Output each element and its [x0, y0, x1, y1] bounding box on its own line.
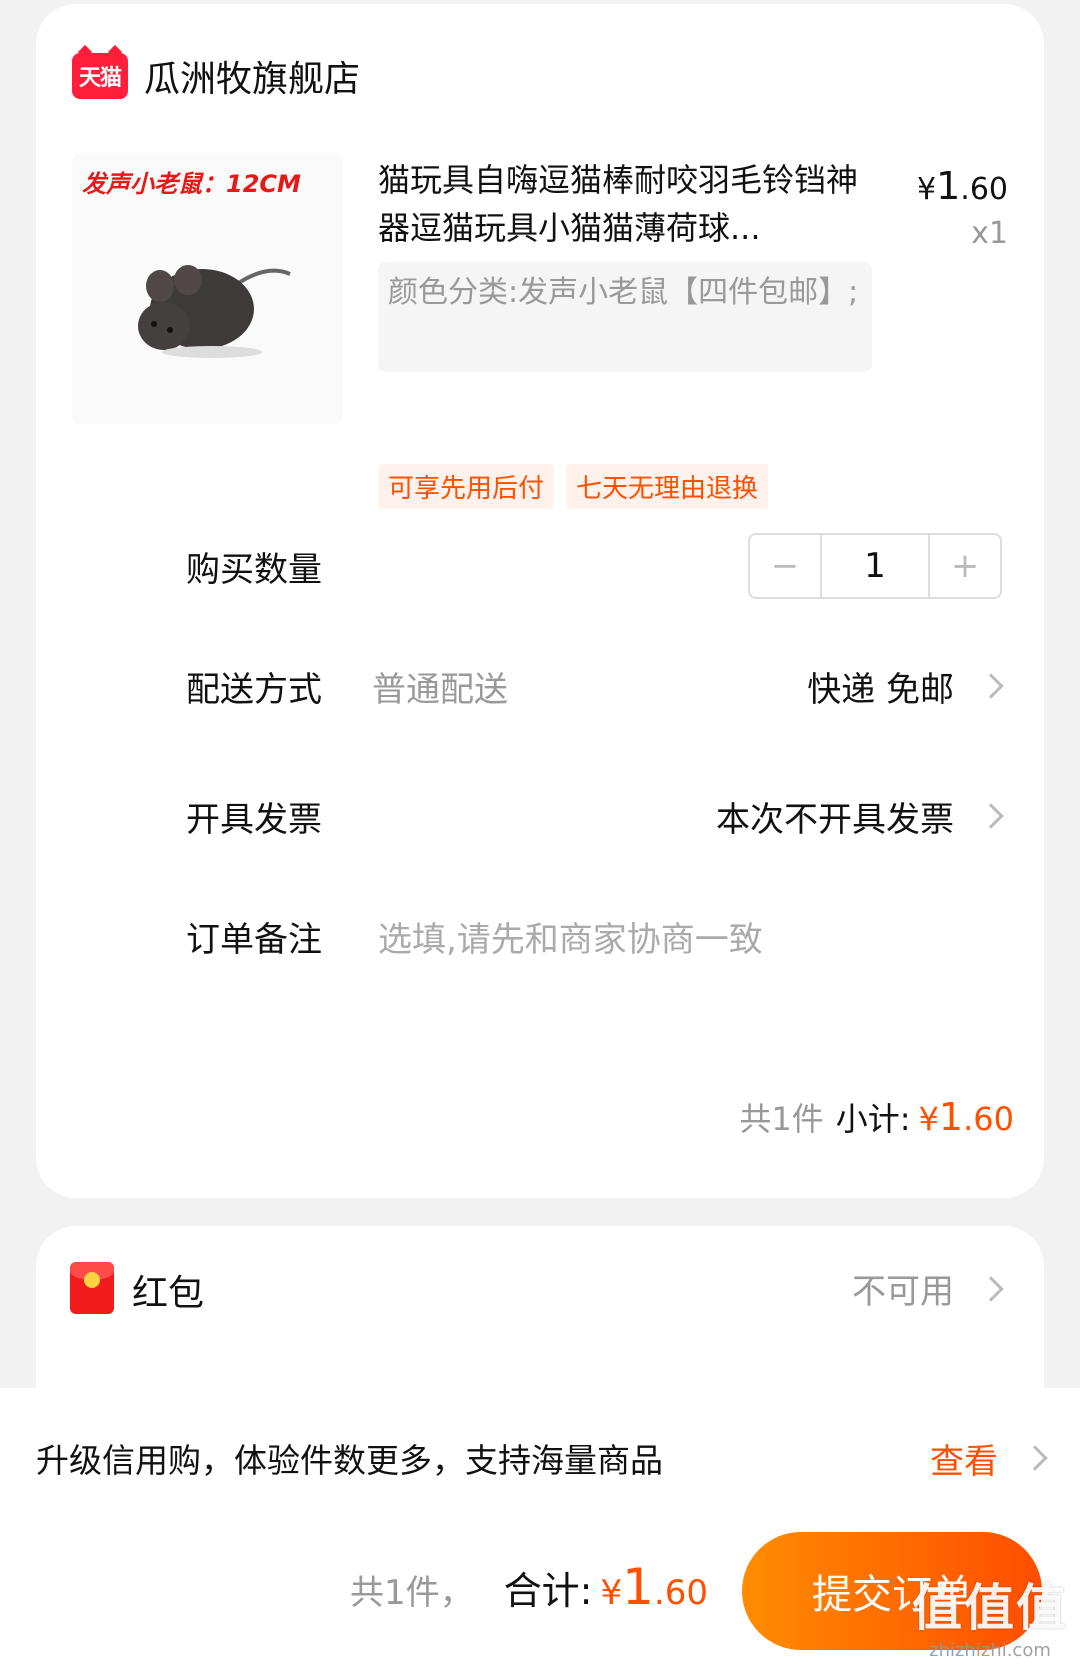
promo-view-link[interactable]: 查看 [930, 1434, 998, 1483]
product-image-caption: 发声小老鼠：12CM [82, 170, 301, 198]
invoice-value: 本次不开具发票 [716, 799, 954, 840]
product-price: ¥1.60 [917, 164, 1008, 208]
sku-selector[interactable]: 颜色分类:发声小老鼠【四件包邮】; [378, 262, 872, 372]
note-label: 订单备注 [186, 919, 322, 960]
red-packet-status: 不可用 [852, 1264, 1008, 1313]
product-quantity: x1 [971, 216, 1008, 251]
tag-pay-later: 可享先用后付 [378, 464, 555, 509]
quantity-stepper[interactable]: − 1 + [748, 533, 1002, 599]
tmall-logo: 天猫 [72, 53, 128, 99]
service-tags: 可享先用后付 七天无理由退换 [378, 464, 769, 509]
chevron-right-icon [1022, 1445, 1048, 1471]
order-card: 天猫 瓜洲牧旗舰店 发声小老鼠：12CM 猫玩具自嗨逗猫棒耐咬羽毛铃铛神器逗猫玩… [36, 4, 1044, 1198]
invoice-label: 开具发票 [186, 799, 322, 840]
total-count: 共1件， [350, 1573, 474, 1613]
red-packet-label: 红包 [132, 1273, 205, 1314]
delivery-label: 配送方式 [186, 669, 322, 710]
chevron-right-icon [978, 803, 1004, 829]
shop-header[interactable]: 天猫 瓜洲牧旗舰店 [72, 50, 360, 102]
total-symbol: ¥ [600, 1573, 623, 1613]
subtotal-label: 小计: [835, 1100, 911, 1138]
price-integer: 1 [936, 164, 961, 208]
total-decimal: .60 [653, 1573, 708, 1613]
shop-name[interactable]: 瓜洲牧旗舰店 [144, 50, 360, 102]
subtotal-symbol: ¥ [918, 1100, 939, 1138]
quantity-increase-button[interactable]: + [930, 535, 1000, 597]
delivery-method: 普通配送 [372, 669, 508, 710]
site-watermark: 值值值 zhizhizhi.com [912, 1568, 1068, 1661]
quantity-row: 购买数量 − 1 + [186, 533, 1008, 599]
order-total: 共1件， 合计: ¥1.60 [350, 1558, 708, 1616]
price-symbol: ¥ [917, 172, 937, 207]
price-decimal: .60 [960, 172, 1008, 207]
product-title[interactable]: 猫玩具自嗨逗猫棒耐咬羽毛铃铛神器逗猫玩具小猫猫薄荷球... [378, 156, 858, 252]
watermark-logo: 值值值 [912, 1579, 1068, 1637]
total-price: ¥1.60 [600, 1558, 708, 1616]
red-packet-icon [70, 1262, 114, 1314]
product-image[interactable]: 发声小老鼠：12CM [72, 154, 342, 424]
invoice-row[interactable]: 开具发票 本次不开具发票 [186, 786, 1008, 846]
delivery-row[interactable]: 配送方式 普通配送 快递 免邮 [186, 656, 1008, 716]
quantity-decrease-button[interactable]: − [750, 535, 820, 597]
chevron-right-icon [978, 1275, 1004, 1302]
mouse-toy-image [138, 265, 291, 358]
promo-text: 升级信用购，体验件数更多，支持海量商品 [36, 1441, 663, 1480]
subtotal-decimal: .60 [963, 1100, 1014, 1138]
chevron-right-icon [978, 673, 1004, 699]
subtotal-integer: 1 [938, 1095, 964, 1139]
total-integer: 1 [622, 1558, 654, 1616]
red-packet-value: 不可用 [852, 1272, 954, 1312]
tag-seven-day-return: 七天无理由退换 [566, 464, 769, 509]
subtotal-count: 共1件 [739, 1100, 824, 1138]
subtotal: 共1件 小计: ¥1.60 [739, 1094, 1014, 1140]
watermark-url: zhizhizhi.com [929, 1640, 1051, 1661]
note-row: 订单备注 选填,请先和商家协商一致 [186, 906, 1008, 966]
bottom-bar: 升级信用购，体验件数更多，支持海量商品 查看 共1件， 合计: ¥1.60 提交… [0, 1388, 1080, 1667]
subtotal-price: ¥1.60 [919, 1095, 1014, 1139]
order-note-field[interactable]: 选填,请先和商家协商一致 [378, 912, 763, 961]
quantity-label: 购买数量 [186, 549, 322, 590]
delivery-value: 快递 免邮 [807, 669, 954, 710]
total-label: 合计: [503, 1569, 593, 1613]
quantity-input[interactable]: 1 [820, 535, 930, 597]
credit-promo-banner[interactable]: 升级信用购，体验件数更多，支持海量商品 查看 [36, 1428, 1048, 1488]
